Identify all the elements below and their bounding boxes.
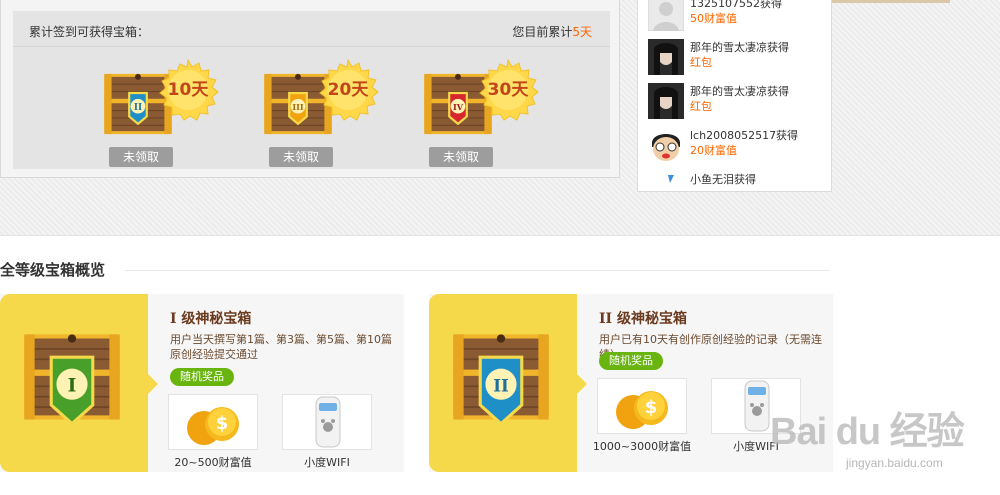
winner-prize: 50财富值	[690, 12, 737, 25]
prize-coins	[168, 394, 258, 450]
signin-total: 您目前累计5天	[512, 23, 592, 40]
signin-total-prefix: 您目前累计	[512, 25, 573, 39]
card-title: II 级神秘宝箱	[599, 311, 687, 327]
unclaimed-button[interactable]: 未领取	[109, 147, 173, 167]
winner-prize: 20财富值	[690, 144, 737, 157]
svg-text:III: III	[292, 102, 304, 112]
baidu-watermark: Bai du 经验 jingyan.baidu.com	[770, 400, 995, 492]
chest-20-days: III 20天 未领取	[261, 59, 391, 169]
treasure-chest-icon: II	[452, 333, 550, 426]
days-label: 10天	[167, 80, 209, 100]
svg-text:II: II	[134, 103, 142, 113]
random-prize-tag: 随机奖品	[170, 368, 234, 386]
default-avatar-icon	[648, 0, 684, 31]
days-badge: 20天	[317, 59, 379, 121]
card-arrow	[148, 374, 158, 394]
signin-title: 累计签到可获得宝箱：	[29, 25, 150, 39]
days-label: 20天	[327, 80, 369, 100]
treasure-chest-icon: I	[23, 333, 121, 426]
watermark-url: jingyan.baidu.com	[846, 456, 943, 470]
photo-avatar-icon	[648, 83, 684, 119]
svg-text:I: I	[68, 375, 77, 397]
days-badge: 30天	[477, 59, 539, 121]
card-arrow	[577, 374, 587, 394]
days-label: 30天	[487, 80, 529, 100]
coins-icon	[613, 382, 673, 432]
watermark-brand: Bai du 经验	[770, 411, 965, 453]
winner-prize: 红包	[690, 100, 712, 113]
signin-divider	[13, 46, 610, 47]
prize-wifi	[282, 394, 372, 450]
photo-avatar-icon	[648, 39, 684, 75]
card-description: 用户当天撰写第1篇、第3篇、第5篇、第10篇原创经验提交通过	[170, 333, 392, 361]
chest-card-level-1: I I 级神秘宝箱 用户当天撰写第1篇、第3篇、第5篇、第10篇原创经验提交通过…	[0, 294, 404, 472]
unclaimed-button[interactable]: 未领取	[269, 147, 333, 167]
wifi-device-icon	[308, 395, 348, 451]
coins-icon	[184, 398, 244, 448]
overview-divider	[125, 270, 830, 271]
cartoon-avatar-icon	[648, 127, 684, 163]
unclaimed-button[interactable]: 未领取	[429, 147, 493, 167]
svg-text:II: II	[493, 376, 509, 396]
signin-inner: 累计签到可获得宝箱： 您目前累计5天 II 10天 未领取 III 20天 未领…	[13, 11, 610, 169]
chest-10-days: II 10天 未领取	[101, 59, 231, 169]
random-prize-tag: 随机奖品	[599, 352, 663, 370]
winner-item[interactable]: 1325107552获得 50财富值	[648, 0, 828, 35]
winner-name: 小鱼无泪获得	[690, 173, 756, 186]
winner-item[interactable]: 小鱼无泪获得	[648, 171, 828, 191]
days-badge: 10天	[157, 59, 219, 121]
card-title: I 级神秘宝箱	[170, 311, 252, 327]
winners-list: 1325107552获得 50财富值 那年的雪太凄凉获得 红包 那年的雪太凄凉获…	[637, 0, 832, 192]
overview-title: 全等级宝箱概览	[0, 261, 106, 279]
svg-text:IV: IV	[453, 102, 464, 112]
winner-prize: 红包	[690, 56, 712, 69]
winner-item[interactable]: lch2008052517获得 20财富值	[648, 127, 828, 167]
winner-name: 那年的雪太凄凉获得	[690, 85, 789, 98]
chest-30-days: IV 30天 未领取	[421, 59, 551, 169]
prize-coins	[597, 378, 687, 434]
winner-item[interactable]: 那年的雪太凄凉获得 红包	[648, 39, 828, 79]
prize-label: 20~500财富值	[174, 456, 252, 469]
prize-label: 1000~3000财富值	[592, 440, 692, 453]
partial-avatar-icon	[648, 171, 684, 191]
winner-name: lch2008052517获得	[690, 129, 799, 142]
prize-label: 小度WIFI	[304, 456, 350, 469]
signin-total-days: 5天	[572, 25, 592, 39]
signin-panel: 累计签到可获得宝箱： 您目前累计5天 II 10天 未领取 III 20天 未领…	[0, 0, 620, 178]
winner-name: 那年的雪太凄凉获得	[690, 41, 789, 54]
winner-item[interactable]: 那年的雪太凄凉获得 红包	[648, 83, 828, 123]
